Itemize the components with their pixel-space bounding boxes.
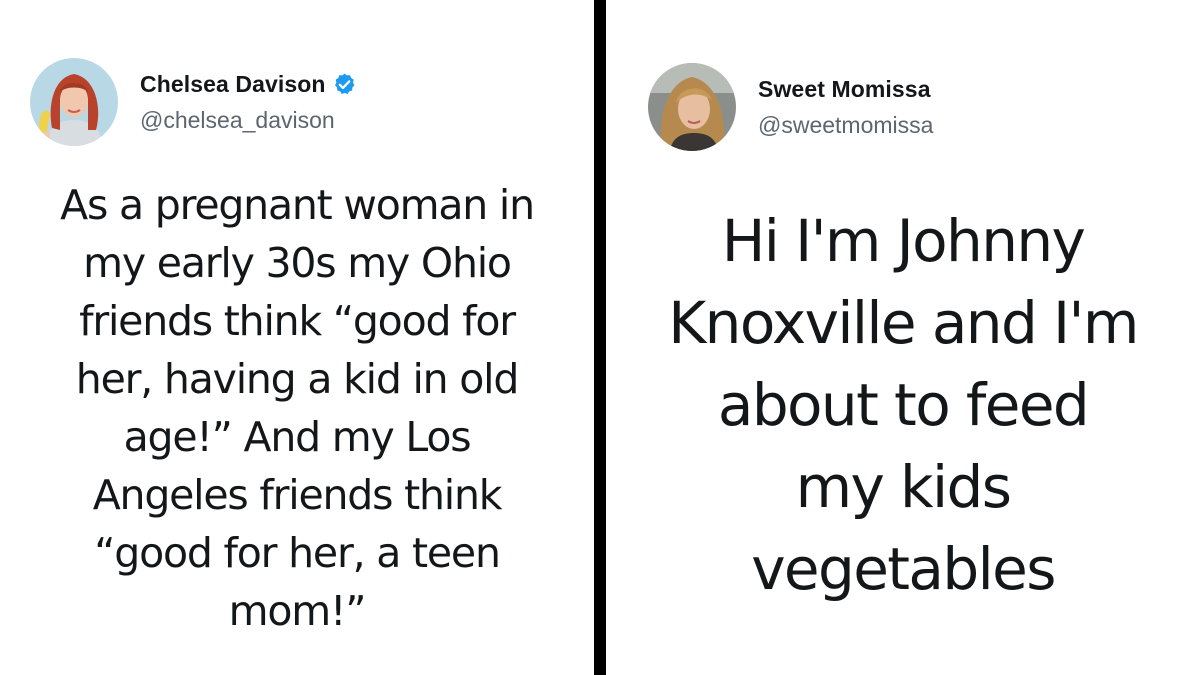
tweet-card-left: Chelsea Davison @chelsea_davison As a pr… bbox=[0, 0, 594, 675]
tweet-comparison: Chelsea Davison @chelsea_davison As a pr… bbox=[0, 0, 1200, 675]
tweet-header: Chelsea Davison @chelsea_davison bbox=[30, 58, 357, 146]
author-handle[interactable]: @sweetmomissa bbox=[758, 112, 933, 139]
name-row: Chelsea Davison bbox=[140, 71, 357, 98]
woman-red-hair-avatar-icon bbox=[30, 58, 118, 146]
tweet-text: As a pregnant woman in my early 30s my O… bbox=[60, 181, 535, 635]
author-name[interactable]: Sweet Momissa bbox=[758, 76, 931, 103]
name-row: Sweet Momissa bbox=[758, 76, 933, 103]
author-name[interactable]: Chelsea Davison bbox=[140, 71, 326, 98]
tweet-card-right: Sweet Momissa @sweetmomissa Hi I'm Johnn… bbox=[606, 0, 1200, 675]
verified-badge-icon bbox=[334, 73, 354, 94]
panel-divider bbox=[594, 0, 606, 675]
woman-blonde-hair-avatar-icon bbox=[648, 63, 736, 151]
author-identity: Sweet Momissa @sweetmomissa bbox=[758, 76, 933, 139]
tweet-header: Sweet Momissa @sweetmomissa bbox=[648, 63, 933, 151]
tweet-text: Hi I'm Johnny Knoxville and I'm about to… bbox=[668, 207, 1139, 603]
author-identity: Chelsea Davison @chelsea_davison bbox=[140, 71, 357, 134]
author-handle[interactable]: @chelsea_davison bbox=[140, 107, 357, 134]
avatar[interactable] bbox=[648, 63, 736, 151]
avatar[interactable] bbox=[30, 58, 118, 146]
